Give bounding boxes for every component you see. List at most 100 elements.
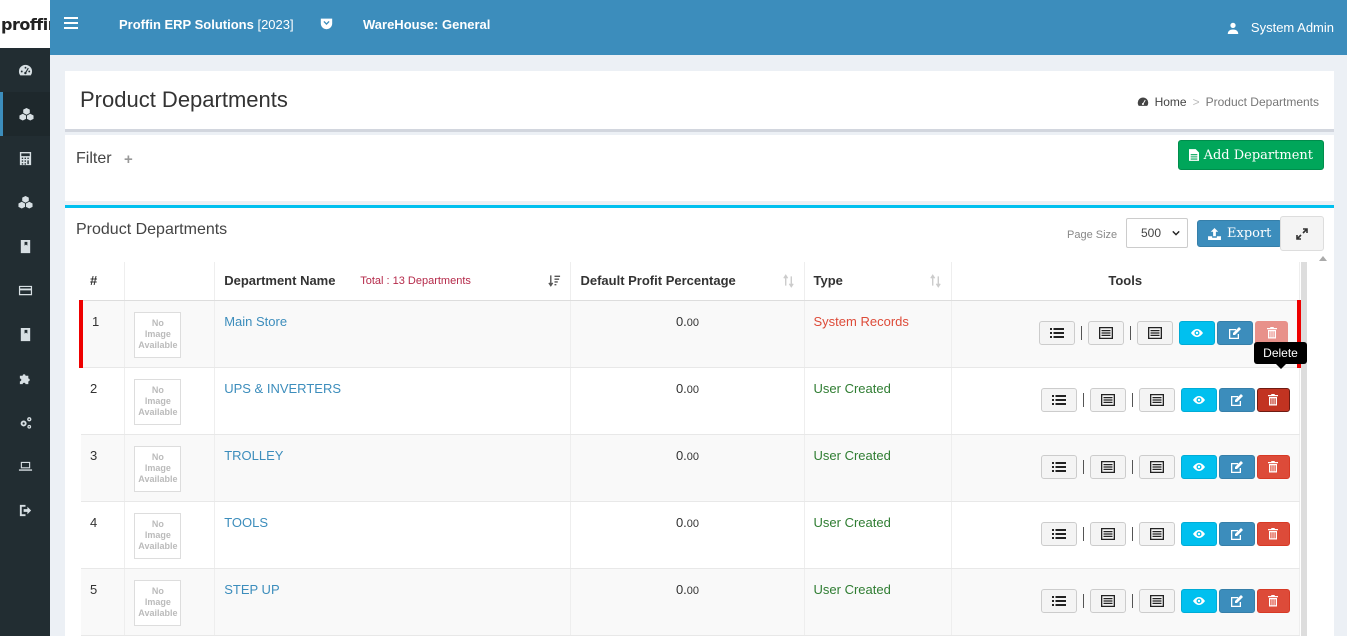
company-name[interactable]: Proffin ERP Solutions [2023] — [119, 17, 294, 32]
list-button[interactable] — [1040, 387, 1077, 412]
report-button[interactable] — [1138, 454, 1175, 479]
breadcrumb: Home > Product Departments — [1137, 95, 1319, 109]
view-button[interactable] — [1180, 454, 1217, 479]
calculator-icon[interactable] — [0, 136, 50, 180]
trash-icon — [1268, 460, 1278, 472]
details-button[interactable] — [1089, 454, 1126, 479]
separator — [1082, 459, 1084, 474]
filter-title[interactable]: Filter — [76, 150, 112, 168]
laptop-icon[interactable] — [0, 444, 50, 488]
eye-icon — [1192, 596, 1205, 605]
breadcrumb-current: Product Departments — [1205, 95, 1319, 109]
row-number: 2 — [81, 367, 126, 435]
report-button[interactable] — [1138, 387, 1175, 412]
col-department-name[interactable]: Department Name Total : 13 Departments — [214, 262, 572, 301]
user-menu[interactable]: System Admin — [1227, 20, 1334, 35]
departments-panel: Product Departments Page Size 500 Export… — [65, 205, 1334, 636]
sort-icon[interactable] — [929, 274, 942, 288]
col-image — [124, 262, 216, 301]
delete-tooltip: Delete — [1254, 342, 1307, 369]
delete-button[interactable] — [1256, 454, 1290, 479]
breadcrumb-home[interactable]: Home — [1137, 95, 1187, 109]
view-button[interactable] — [1179, 320, 1215, 345]
scrollbar-track[interactable] — [1301, 262, 1307, 636]
scroll-up-arrow[interactable] — [1319, 256, 1327, 261]
department-link[interactable]: TOOLS — [224, 515, 268, 530]
pocket-icon[interactable] — [320, 17, 333, 30]
row-tools — [951, 434, 1300, 502]
edit-button[interactable] — [1218, 521, 1255, 546]
page-size-select[interactable]: 500 — [1126, 218, 1188, 248]
details-button[interactable] — [1089, 588, 1126, 613]
department-link[interactable]: Main Store — [224, 314, 287, 329]
plus-icon[interactable]: + — [124, 151, 133, 168]
delete-button[interactable] — [1255, 320, 1288, 345]
cogs-icon[interactable] — [0, 400, 50, 444]
delete-button[interactable] — [1256, 588, 1290, 613]
sort-icon[interactable] — [782, 274, 795, 288]
col-default-profit[interactable]: Default Profit Percentage — [570, 262, 805, 301]
row-number: 3 — [81, 434, 126, 502]
delete-button[interactable] — [1256, 521, 1290, 546]
details-button[interactable] — [1088, 320, 1124, 345]
sort-desc-icon[interactable] — [548, 274, 561, 288]
list-icon — [1051, 528, 1066, 539]
list-button[interactable] — [1039, 320, 1075, 345]
view-button[interactable] — [1180, 521, 1217, 546]
no-image-placeholder[interactable]: No Image Available — [134, 445, 182, 492]
no-image-placeholder[interactable]: No Image Available — [134, 512, 182, 559]
details-button[interactable] — [1089, 387, 1126, 412]
list-button[interactable] — [1040, 521, 1077, 546]
export-button[interactable]: Export — [1197, 220, 1283, 247]
breadcrumb-separator: > — [1192, 95, 1200, 109]
list-button[interactable] — [1040, 588, 1077, 613]
list-alt-icon — [1099, 326, 1113, 339]
list-button[interactable] — [1040, 454, 1077, 479]
no-image-placeholder[interactable]: No Image Available — [134, 579, 182, 626]
report-button[interactable] — [1138, 521, 1175, 546]
dashboard-icon — [1137, 97, 1148, 106]
row-type: User Created — [804, 367, 952, 435]
book-icon[interactable] — [0, 312, 50, 356]
expand-button[interactable] — [1280, 216, 1324, 251]
sign-out-icon[interactable] — [0, 488, 50, 532]
logo[interactable]: proffin — [0, 0, 50, 48]
row-profit-percentage: 0.00 — [570, 434, 805, 502]
col-type[interactable]: Type — [804, 262, 952, 301]
department-link[interactable]: STEP UP — [224, 582, 279, 597]
edit-button[interactable] — [1218, 454, 1255, 479]
page-size-label: Page Size — [1067, 229, 1118, 241]
row-image: No Image Available — [124, 568, 216, 636]
view-button[interactable] — [1180, 588, 1217, 613]
edit-button[interactable] — [1217, 320, 1253, 345]
departments-table: # Department Name Total : 13 Departments… — [79, 262, 1301, 636]
warehouse-selector[interactable]: WareHouse: General — [363, 17, 490, 32]
row-tools — [951, 501, 1300, 569]
hamburger-menu-icon[interactable] — [64, 17, 78, 29]
row-department-name: Main Store — [214, 300, 572, 368]
cubes-icon[interactable] — [0, 180, 50, 224]
dashboard-icon[interactable] — [0, 48, 50, 92]
book-icon[interactable] — [0, 224, 50, 268]
row-department-name: UPS & INVERTERS — [214, 367, 572, 435]
row-profit-percentage: 0.00 — [570, 568, 805, 636]
edit-button[interactable] — [1218, 387, 1255, 412]
puzzle-icon[interactable] — [0, 356, 50, 400]
no-image-placeholder[interactable]: No Image Available — [134, 378, 182, 425]
report-button[interactable] — [1137, 320, 1173, 345]
list-alt-icon — [1149, 393, 1164, 406]
delete-button[interactable] — [1256, 387, 1290, 412]
list-icon — [1051, 394, 1066, 405]
trash-icon — [1268, 527, 1278, 539]
details-button[interactable] — [1089, 521, 1126, 546]
add-department-button[interactable]: Add Department — [1177, 140, 1324, 170]
edit-button[interactable] — [1218, 588, 1255, 613]
no-image-placeholder[interactable]: No Image Available — [134, 311, 182, 358]
cubes-icon[interactable] — [0, 92, 50, 136]
credit-card-icon[interactable] — [0, 268, 50, 312]
department-link[interactable]: TROLLEY — [224, 448, 283, 463]
expand-icon — [1296, 227, 1308, 240]
view-button[interactable] — [1180, 387, 1217, 412]
report-button[interactable] — [1138, 588, 1175, 613]
department-link[interactable]: UPS & INVERTERS — [224, 381, 341, 396]
